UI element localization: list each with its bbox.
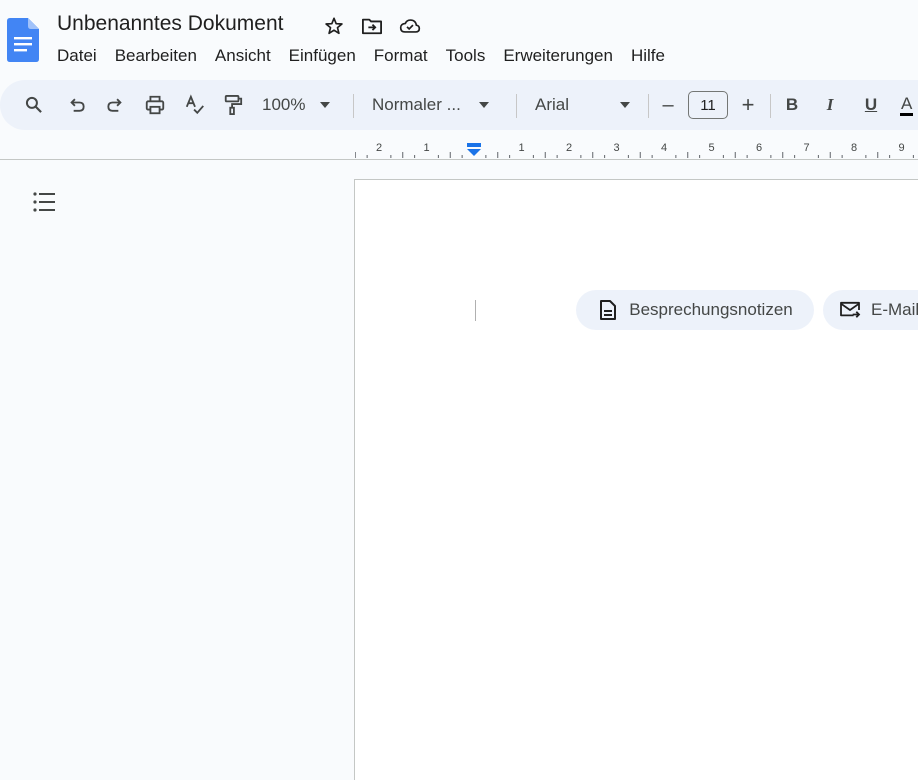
italic-icon: I bbox=[826, 95, 834, 114]
undo-icon bbox=[70, 98, 85, 112]
minus-icon: – bbox=[662, 93, 674, 116]
ruler-label: 3 bbox=[613, 142, 619, 154]
bold-icon: B bbox=[785, 95, 799, 114]
menu-insert[interactable]: Einfügen bbox=[280, 44, 365, 68]
search-menus-button[interactable] bbox=[23, 80, 45, 130]
spellcheck-button[interactable] bbox=[184, 80, 206, 130]
chevron-down-icon bbox=[478, 102, 489, 108]
email-draft-chip[interactable]: E-Mail bbox=[823, 290, 918, 330]
font-select[interactable]: Arial bbox=[535, 80, 633, 130]
underline-button[interactable]: U bbox=[861, 80, 881, 130]
title-bar: Unbenanntes Dokument Datei Bearbeiten An… bbox=[0, 0, 918, 76]
first-line-indent-marker[interactable] bbox=[467, 143, 481, 147]
underline-icon: U bbox=[864, 95, 878, 114]
cloud-saved-icon[interactable] bbox=[399, 15, 421, 37]
ruler-label: 8 bbox=[851, 142, 857, 154]
ruler-label: 5 bbox=[708, 142, 714, 154]
horizontal-ruler[interactable]: 2 1 1 2 3 4 5 6 7 8 9 bbox=[355, 138, 918, 160]
menu-view[interactable]: Ansicht bbox=[206, 44, 280, 68]
ruler-label: 2 bbox=[566, 142, 572, 154]
ruler-label: 9 bbox=[898, 142, 904, 154]
text-color-icon: A bbox=[900, 94, 914, 116]
bold-button[interactable]: B bbox=[782, 80, 802, 130]
menu-file[interactable]: Datei bbox=[48, 44, 106, 68]
star-icon[interactable] bbox=[323, 15, 345, 37]
decrease-font-size-button[interactable]: – bbox=[658, 80, 678, 130]
chevron-down-icon bbox=[620, 102, 630, 108]
font-value: Arial bbox=[535, 95, 570, 114]
paint-format-icon bbox=[224, 95, 243, 115]
search-icon bbox=[25, 96, 42, 113]
ruler-label: 1 bbox=[518, 142, 524, 154]
move-to-folder-icon[interactable] bbox=[361, 15, 383, 37]
ruler-label: 6 bbox=[756, 142, 762, 154]
increase-font-size-button[interactable]: + bbox=[738, 80, 758, 130]
ruler-label: 2 bbox=[376, 142, 382, 154]
italic-button[interactable]: I bbox=[820, 80, 840, 130]
document-outline-icon[interactable] bbox=[32, 191, 56, 213]
left-indent-marker[interactable] bbox=[467, 149, 481, 156]
menu-edit[interactable]: Bearbeiten bbox=[106, 44, 206, 68]
document-icon bbox=[597, 299, 619, 321]
plus-icon: + bbox=[741, 92, 755, 117]
menu-extensions[interactable]: Erweiterungen bbox=[494, 44, 622, 68]
ruler-label: 7 bbox=[803, 142, 809, 154]
zoom-value: 100% bbox=[262, 95, 306, 114]
ruler-label: 1 bbox=[423, 142, 429, 154]
ruler-label: 4 bbox=[661, 142, 667, 154]
redo-icon bbox=[107, 98, 122, 112]
text-color-button[interactable]: A bbox=[900, 80, 918, 130]
menu-bar: Datei Bearbeiten Ansicht Einfügen Format… bbox=[48, 44, 674, 68]
docs-logo-icon[interactable] bbox=[7, 18, 39, 62]
font-size-input[interactable]: 11 bbox=[688, 91, 728, 119]
meeting-notes-chip[interactable]: Besprechungsnotizen bbox=[576, 290, 814, 330]
document-title[interactable]: Unbenanntes Dokument bbox=[57, 12, 283, 36]
style-value: Normaler ... bbox=[372, 95, 461, 114]
spellcheck-icon bbox=[185, 94, 204, 115]
menu-tools[interactable]: Tools bbox=[437, 44, 495, 68]
redo-button[interactable] bbox=[104, 80, 126, 130]
menu-format[interactable]: Format bbox=[365, 44, 437, 68]
chevron-down-icon bbox=[320, 102, 331, 108]
text-cursor bbox=[475, 300, 476, 321]
meeting-notes-label: Besprechungsnotizen bbox=[629, 300, 793, 319]
zoom-select[interactable]: 100% bbox=[262, 80, 344, 130]
paragraph-style-select[interactable]: Normaler ... bbox=[372, 80, 500, 130]
print-button[interactable] bbox=[143, 80, 167, 130]
email-icon bbox=[839, 299, 861, 321]
email-label: E-Mail bbox=[871, 300, 918, 319]
document-page[interactable] bbox=[354, 179, 918, 780]
undo-button[interactable] bbox=[66, 80, 88, 130]
paint-format-button[interactable] bbox=[222, 80, 244, 130]
print-icon bbox=[145, 95, 165, 115]
menu-help[interactable]: Hilfe bbox=[622, 44, 674, 68]
